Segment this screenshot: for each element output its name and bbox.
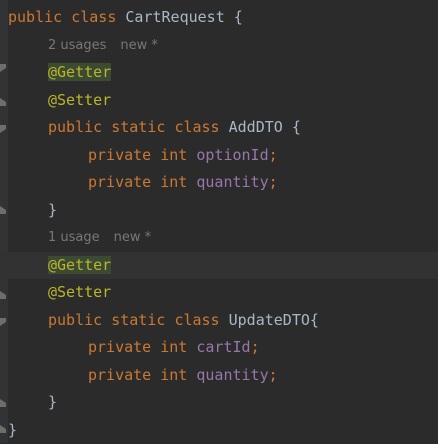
usages-count[interactable]: 2 usages bbox=[48, 38, 106, 53]
code-line[interactable]: @Setter bbox=[8, 87, 438, 115]
fold-marker-icon[interactable] bbox=[0, 318, 7, 326]
usages-hint[interactable]: 1 usage new * bbox=[8, 224, 438, 252]
code-line[interactable]: private int quantity; bbox=[8, 169, 438, 197]
code-line[interactable]: public static class UpdateDTO{ bbox=[8, 307, 438, 335]
code-line[interactable]: } bbox=[8, 417, 438, 444]
keyword: private bbox=[88, 366, 151, 384]
keyword: class bbox=[174, 118, 219, 136]
field-name: quantity bbox=[196, 366, 268, 384]
field-name: optionId bbox=[196, 146, 268, 164]
semicolon: ; bbox=[269, 173, 278, 191]
keyword: static bbox=[111, 311, 165, 329]
semicolon: ; bbox=[251, 338, 260, 356]
keyword: private bbox=[88, 146, 151, 164]
type: int bbox=[160, 146, 187, 164]
keyword: private bbox=[88, 338, 151, 356]
keyword: public bbox=[48, 311, 102, 329]
code-line[interactable]: } bbox=[8, 389, 438, 417]
brace: { bbox=[292, 118, 301, 136]
vcs-status: new * bbox=[114, 230, 152, 245]
keyword: public bbox=[8, 8, 62, 26]
code-line[interactable]: private int quantity; bbox=[8, 362, 438, 390]
brace: { bbox=[310, 311, 319, 329]
type: int bbox=[160, 366, 187, 384]
usages-count[interactable]: 1 usage bbox=[48, 230, 100, 245]
field-name: cartId bbox=[196, 338, 250, 356]
fold-marker-icon[interactable] bbox=[0, 64, 7, 72]
code-line[interactable]: public static class AddDTO { bbox=[8, 114, 438, 142]
type: int bbox=[160, 173, 187, 191]
semicolon: ; bbox=[269, 366, 278, 384]
fold-marker-icon[interactable] bbox=[0, 425, 7, 433]
code-line[interactable]: } bbox=[8, 197, 438, 225]
fold-marker-icon[interactable] bbox=[0, 291, 7, 299]
code-line[interactable]: private int optionId; bbox=[8, 142, 438, 170]
class-name: AddDTO bbox=[229, 118, 283, 136]
class-name: CartRequest bbox=[125, 8, 224, 26]
field-name: quantity bbox=[196, 173, 268, 191]
code-line-current[interactable]: @Getter bbox=[0, 252, 438, 280]
code-line[interactable]: @Getter bbox=[8, 59, 438, 87]
semicolon: ; bbox=[269, 146, 278, 164]
annotation: @Setter bbox=[48, 283, 111, 301]
keyword: class bbox=[71, 8, 116, 26]
brace: } bbox=[8, 421, 17, 439]
fold-marker-icon[interactable] bbox=[0, 98, 7, 106]
annotation: @Getter bbox=[48, 256, 111, 274]
class-name: UpdateDTO bbox=[229, 311, 310, 329]
usages-hint[interactable]: 2 usages new * bbox=[8, 32, 438, 60]
type: int bbox=[160, 338, 187, 356]
keyword: public bbox=[48, 118, 102, 136]
code-line[interactable]: private int cartId; bbox=[8, 334, 438, 362]
brace: } bbox=[48, 393, 57, 411]
keyword: static bbox=[111, 118, 165, 136]
annotation: @Getter bbox=[48, 63, 111, 81]
brace: } bbox=[48, 201, 57, 219]
code-editor[interactable]: public class CartRequest { 2 usages new *… bbox=[8, 4, 438, 444]
keyword: private bbox=[88, 173, 151, 191]
fold-marker-icon[interactable] bbox=[0, 125, 7, 133]
fold-marker-icon[interactable] bbox=[0, 399, 7, 407]
fold-marker-icon[interactable] bbox=[0, 206, 7, 214]
code-line[interactable]: public class CartRequest { bbox=[8, 4, 438, 32]
annotation: @Setter bbox=[48, 91, 111, 109]
vcs-status: new * bbox=[120, 38, 158, 53]
code-line[interactable]: @Setter bbox=[8, 279, 438, 307]
keyword: class bbox=[174, 311, 219, 329]
brace: { bbox=[234, 8, 243, 26]
